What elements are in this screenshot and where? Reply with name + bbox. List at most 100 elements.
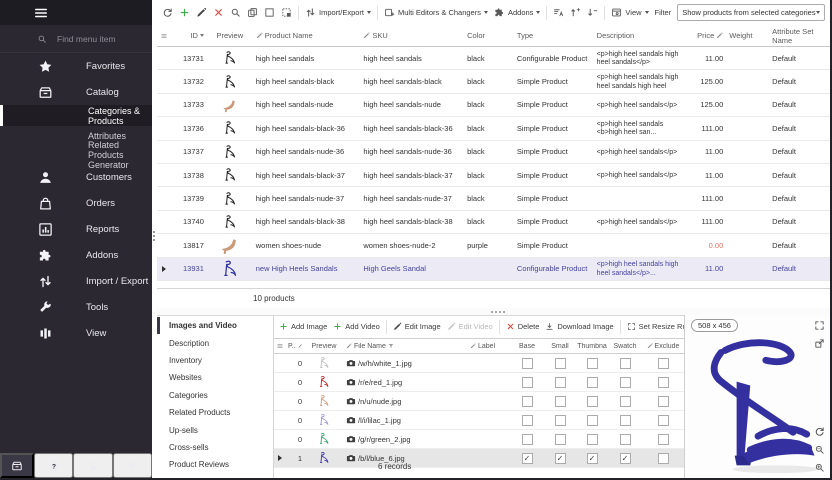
sidebar-item-tools[interactable]: Tools bbox=[0, 294, 152, 320]
excl-checkbox[interactable] bbox=[658, 396, 669, 407]
column-header-preview[interactable]: Preview bbox=[304, 343, 344, 350]
tab-product-reviews[interactable]: Product Reviews bbox=[157, 456, 273, 473]
copy-button[interactable] bbox=[247, 7, 258, 18]
zoom-in-button[interactable] bbox=[814, 462, 825, 473]
hamburger-menu-button[interactable] bbox=[34, 6, 48, 20]
thumb-checkbox[interactable] bbox=[587, 358, 598, 369]
sidebar-item-addons[interactable]: Addons bbox=[0, 242, 152, 268]
paste-button[interactable] bbox=[264, 7, 275, 18]
delete-image-button[interactable]: Delete bbox=[506, 322, 540, 331]
thumb-checkbox[interactable] bbox=[587, 396, 598, 407]
open-image-external-button[interactable] bbox=[814, 338, 825, 349]
small-checkbox[interactable] bbox=[555, 415, 566, 426]
small-checkbox[interactable] bbox=[555, 434, 566, 445]
multi-editors-button[interactable]: Multi Editors & Changers bbox=[384, 7, 488, 18]
swatch-checkbox[interactable] bbox=[620, 415, 631, 426]
excl-checkbox[interactable] bbox=[658, 434, 669, 445]
base-checkbox[interactable] bbox=[522, 415, 533, 426]
column-header-color[interactable]: Color bbox=[464, 31, 514, 40]
column-header-attribute-set-name[interactable]: Attribute Set Name bbox=[762, 27, 830, 45]
sidebar-item-reports[interactable]: Reports bbox=[0, 216, 152, 242]
collapse-rows-button[interactable] bbox=[587, 7, 598, 18]
thumb-checkbox[interactable] bbox=[587, 377, 598, 388]
sidebar-item-import-export[interactable]: Import / Export bbox=[0, 268, 152, 294]
column-header-exclude[interactable]: Exclude bbox=[642, 343, 684, 350]
column-header-preview[interactable]: Preview bbox=[207, 31, 253, 40]
refresh-button[interactable] bbox=[162, 7, 173, 18]
sort-settings-button[interactable] bbox=[553, 7, 564, 18]
thumb-checkbox[interactable] bbox=[587, 434, 598, 445]
sidebar-subitem-related-products-generator[interactable]: Related Products Generator bbox=[0, 145, 152, 164]
tab-description[interactable]: Description bbox=[157, 334, 273, 351]
product-row[interactable]: 13738high heel sandals-black-37high heel… bbox=[157, 164, 830, 187]
column-header-sku[interactable]: SKU bbox=[360, 31, 464, 40]
column-header-label[interactable]: Label bbox=[468, 343, 510, 350]
column-header-file-name[interactable]: File Name bbox=[344, 343, 468, 350]
search-products-button[interactable] bbox=[230, 7, 241, 18]
zoom-out-button[interactable] bbox=[814, 444, 825, 455]
edit-product-button[interactable] bbox=[196, 7, 207, 18]
catalog-mode-button[interactable] bbox=[0, 453, 34, 478]
column-header-id[interactable]: ID bbox=[171, 31, 207, 40]
tab-images-and-video[interactable]: Images and Video bbox=[157, 317, 273, 334]
rotate-image-button[interactable] bbox=[814, 426, 825, 437]
column-header-swatch[interactable]: Swatch bbox=[608, 343, 642, 350]
product-row[interactable]: 13739high heel sandals-nude-37high heel … bbox=[157, 187, 830, 210]
product-row[interactable]: 13740high heel sandals-black-38high heel… bbox=[157, 211, 830, 234]
column-header-thumbna[interactable]: Thumbna bbox=[576, 343, 608, 350]
column-header-weight[interactable]: Weight bbox=[726, 31, 762, 40]
sidebar-subitem-categories-products[interactable]: Categories & Products bbox=[0, 105, 152, 126]
small-checkbox[interactable] bbox=[555, 396, 566, 407]
tab-cross-sells[interactable]: Cross-sells bbox=[157, 439, 273, 456]
image-row[interactable]: 0/w/h/white_1.jpg bbox=[274, 354, 684, 373]
image-row[interactable]: 0/l/i/lilac_1.jpg bbox=[274, 411, 684, 430]
small-checkbox[interactable] bbox=[555, 358, 566, 369]
image-row[interactable]: 0/n/u/nude.jpg bbox=[274, 392, 684, 411]
excl-checkbox[interactable] bbox=[658, 377, 669, 388]
product-row[interactable]: 13736high heel sandals-black-36high heel… bbox=[157, 117, 830, 140]
product-row[interactable]: 13817women shoes-nudewomen shoes-nude-2p… bbox=[157, 234, 830, 257]
column-header-p[interactable]: P.. bbox=[286, 343, 304, 350]
small-checkbox[interactable] bbox=[555, 377, 566, 388]
column-header-product-name[interactable]: Product Name bbox=[253, 31, 361, 40]
product-row[interactable]: 13737high heel sandals-nude-36high heel … bbox=[157, 141, 830, 164]
image-row[interactable]: 0/g/r/green_2.jpg bbox=[274, 430, 684, 449]
settings-button[interactable] bbox=[113, 453, 152, 478]
column-header-price[interactable]: Price bbox=[688, 31, 726, 40]
swatch-checkbox[interactable] bbox=[620, 396, 631, 407]
tab-up-sells[interactable]: Up-sells bbox=[157, 421, 273, 438]
column-header-small[interactable]: Small bbox=[544, 343, 576, 350]
sidebar-item-favorites[interactable]: Favorites bbox=[0, 53, 152, 79]
add-product-button[interactable] bbox=[179, 7, 190, 18]
base-checkbox[interactable] bbox=[522, 358, 533, 369]
tab-related-products[interactable]: Related Products bbox=[157, 404, 273, 421]
excl-checkbox[interactable] bbox=[658, 358, 669, 369]
product-row[interactable]: 13733high heel sandals-nudehigh heel san… bbox=[157, 94, 830, 117]
column-header-type[interactable]: Type bbox=[514, 31, 594, 40]
help-button[interactable] bbox=[34, 453, 73, 478]
filter-select[interactable]: Show products from selected categories bbox=[677, 4, 824, 21]
set-resize-rule-button[interactable]: Set Resize Rule bbox=[627, 322, 693, 331]
base-checkbox[interactable] bbox=[522, 434, 533, 445]
swatch-checkbox[interactable] bbox=[620, 358, 631, 369]
product-row[interactable]: 13731high heel sandalshigh heel sandalsb… bbox=[157, 47, 830, 70]
addons-button[interactable]: Addons bbox=[494, 7, 540, 18]
excl-checkbox[interactable] bbox=[658, 415, 669, 426]
image-row[interactable]: 0/r/e/red_1.jpg bbox=[274, 373, 684, 392]
tab-inventory[interactable]: Inventory bbox=[157, 352, 273, 369]
sidebar-item-catalog[interactable]: Catalog bbox=[0, 79, 152, 105]
edit-video-button[interactable]: Edit Video bbox=[447, 322, 493, 331]
column-header-base[interactable]: Base bbox=[510, 343, 544, 350]
view-button[interactable]: View bbox=[611, 7, 648, 18]
delete-product-button[interactable] bbox=[213, 7, 224, 18]
thumb-checkbox[interactable] bbox=[587, 415, 598, 426]
sidebar-item-orders[interactable]: Orders bbox=[0, 190, 152, 216]
edit-image-button[interactable]: Edit Image bbox=[393, 322, 441, 331]
import-export-button[interactable]: Import/Export bbox=[305, 7, 371, 18]
column-header-description[interactable]: Description bbox=[594, 31, 689, 40]
tab-websites[interactable]: Websites bbox=[157, 369, 273, 386]
sidebar-item-view[interactable]: View bbox=[0, 320, 152, 346]
product-row[interactable]: 13732high heel sandals-blackhigh heel sa… bbox=[157, 70, 830, 93]
lock-button[interactable] bbox=[73, 453, 112, 478]
sidebar-search[interactable]: Find menu item bbox=[0, 25, 152, 53]
